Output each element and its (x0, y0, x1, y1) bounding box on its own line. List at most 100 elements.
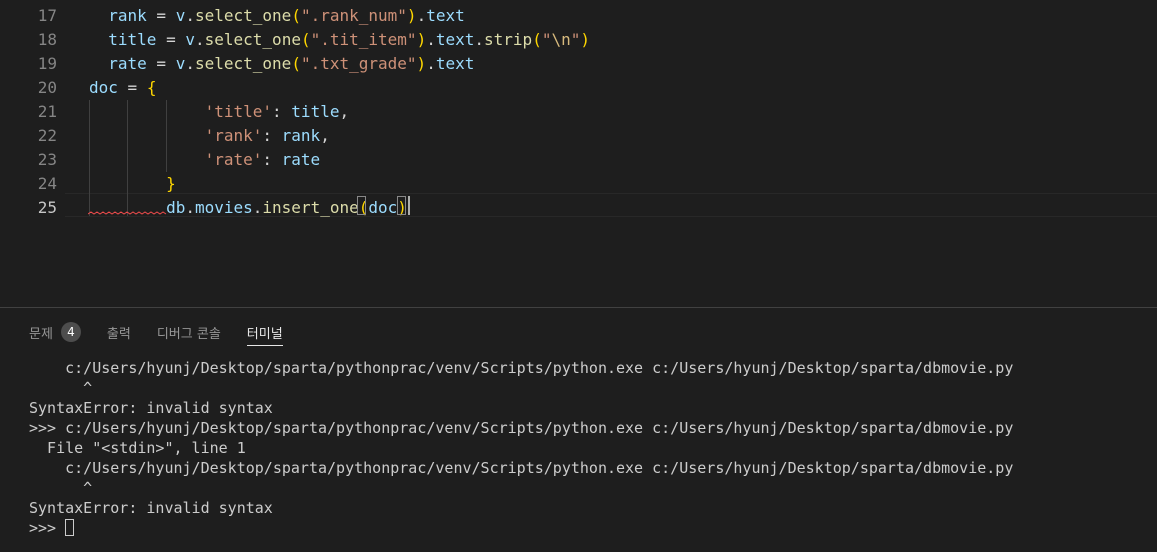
token: = (117, 78, 147, 97)
bracket-match-highlight (357, 196, 366, 215)
token: ) (580, 30, 591, 49)
token: ) (416, 30, 427, 49)
token: , (320, 126, 330, 145)
tab-output[interactable]: 출력 (107, 323, 131, 342)
tab-terminal[interactable]: 터미널 (246, 323, 283, 346)
token: 'rate' (204, 150, 263, 169)
token: . (474, 30, 485, 49)
token: . (185, 198, 195, 217)
line-number: 21 (37, 102, 57, 121)
error-squiggle (88, 211, 167, 215)
terminal-output[interactable]: c:/Users/hyunj/Desktop/sparta/pythonprac… (29, 358, 1149, 538)
bracket-match-highlight (397, 196, 406, 215)
tab-label: 출력 (106, 326, 131, 342)
token: " (570, 30, 581, 49)
tab-problems[interactable]: 문제 4 (29, 322, 81, 342)
token: ( (291, 6, 301, 25)
token: ) (406, 6, 417, 25)
line-number: 20 (37, 78, 57, 97)
problems-count-badge: 4 (60, 322, 81, 342)
token: , (339, 102, 350, 121)
code-line-18[interactable]: title = v.select_one(".tit_item").text.s… (89, 28, 590, 52)
token: text (435, 54, 475, 73)
line-number: 23 (37, 150, 57, 169)
tab-label: 터미널 (246, 326, 283, 342)
text-cursor (408, 196, 410, 215)
token: text (435, 30, 475, 49)
token: ( (300, 30, 311, 49)
token: doc (89, 78, 118, 97)
token: . (185, 6, 195, 25)
token: v (175, 6, 186, 25)
token: rate (281, 150, 321, 169)
token: v (175, 54, 186, 73)
bottom-panel: 문제 4 출력 디버그 콘솔 터미널 c:/Users/hyunj/Desktop… (0, 307, 1157, 552)
code-line-22[interactable]: 'rank': rank, (89, 124, 330, 148)
token: : (262, 150, 282, 169)
token: } (166, 174, 176, 193)
token: . (252, 198, 263, 217)
token: ( (532, 30, 542, 49)
token: . (185, 54, 195, 73)
terminal-line: >>> c:/Users/hyunj/Desktop/sparta/python… (29, 419, 1014, 437)
token: text (426, 6, 465, 25)
token: 'title' (204, 102, 273, 121)
panel-tabs: 문제 4 출력 디버그 콘솔 터미널 (29, 320, 309, 346)
token: title (108, 30, 157, 49)
line-number: 19 (37, 54, 57, 73)
terminal-line: c:/Users/hyunj/Desktop/sparta/pythonprac… (29, 459, 1014, 477)
code-editor[interactable]: 17 18 19 20 21 22 23 24 25 rank = v.sele… (0, 0, 1157, 306)
terminal-line: File "<stdin>", line 1 (29, 439, 246, 457)
token: v (185, 30, 195, 49)
code-line-21[interactable]: 'title': title, (89, 100, 350, 124)
code-line-24[interactable]: } (89, 172, 176, 196)
token: = (156, 30, 186, 49)
token: = (146, 54, 176, 73)
code-line-23[interactable]: 'rate': rate (89, 148, 321, 172)
token: : (272, 102, 292, 121)
token: { (146, 78, 157, 97)
token: title (291, 102, 340, 121)
terminal-cursor (65, 519, 75, 536)
terminal-prompt-line[interactable]: >>> (29, 518, 1149, 538)
token: doc (368, 198, 398, 217)
token: rate (108, 54, 147, 73)
token: . (426, 30, 436, 49)
token: insert_one (262, 198, 359, 217)
terminal-line: ^ (29, 379, 93, 397)
token: : (262, 126, 282, 145)
token: \n (551, 30, 571, 49)
token: . (194, 30, 205, 49)
token: ".rank_num" (300, 6, 407, 25)
token: movies (194, 198, 253, 217)
token: select_one (194, 54, 292, 73)
line-number: 24 (37, 174, 57, 193)
token: . (426, 54, 436, 73)
token: = (146, 6, 176, 25)
token: ( (291, 54, 301, 73)
token: strip (484, 30, 533, 49)
line-number: 17 (37, 6, 57, 25)
token: select_one (204, 30, 301, 49)
tab-label: 디버그 콘솔 (156, 326, 221, 342)
token: rank (281, 126, 321, 145)
tab-label: 문제 (29, 326, 53, 342)
token: ) (416, 54, 427, 73)
terminal-line: ^ (29, 479, 93, 497)
code-line-17[interactable]: rank = v.select_one(".rank_num").text (89, 4, 465, 28)
terminal-line: c:/Users/hyunj/Desktop/sparta/pythonprac… (29, 359, 1014, 377)
token: ".tit_item" (310, 30, 417, 49)
line-number: 22 (37, 126, 57, 145)
token: rank (108, 6, 147, 25)
code-line-20[interactable]: doc = { (89, 76, 156, 100)
line-number: 18 (37, 30, 57, 49)
terminal-prompt: >>> (29, 519, 66, 537)
token: db (166, 198, 186, 217)
token: select_one (194, 6, 292, 25)
token: . (416, 6, 427, 25)
line-number-active: 25 (37, 198, 57, 217)
tab-debug-console[interactable]: 디버그 콘솔 (157, 323, 221, 342)
code-line-19[interactable]: rate = v.select_one(".txt_grade").text (89, 52, 474, 76)
token: ".txt_grade" (300, 54, 417, 73)
token: 'rank' (204, 126, 263, 145)
